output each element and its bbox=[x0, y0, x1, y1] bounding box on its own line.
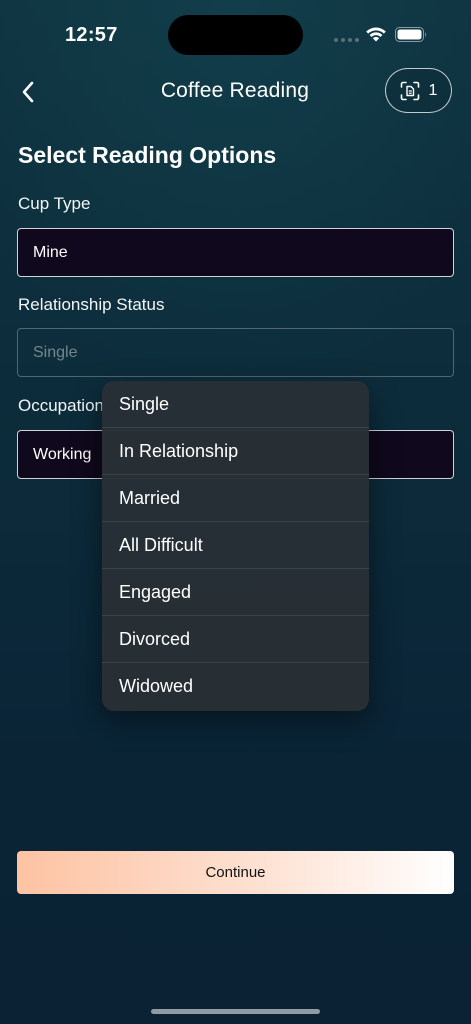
dropdown-option-widowed[interactable]: Widowed bbox=[102, 663, 369, 710]
status-time: 12:57 bbox=[65, 24, 118, 46]
dropdown-option-in-relationship[interactable]: In Relationship bbox=[102, 428, 369, 475]
chevron-left-icon bbox=[22, 81, 34, 103]
home-indicator bbox=[151, 1009, 320, 1014]
relationship-status-label: Relationship Status bbox=[18, 295, 165, 314]
dropdown-option-married[interactable]: Married bbox=[102, 475, 369, 522]
dynamic-island bbox=[168, 15, 303, 55]
dropdown-option-single[interactable]: Single bbox=[102, 381, 369, 428]
scan-count-button[interactable]: 1 bbox=[385, 68, 452, 113]
signal-dots-icon bbox=[334, 38, 359, 42]
relationship-status-select[interactable]: Single bbox=[17, 328, 454, 377]
cup-type-value: Mine bbox=[33, 243, 68, 261]
wifi-icon bbox=[366, 27, 386, 42]
continue-button[interactable]: Continue bbox=[17, 851, 454, 894]
battery-icon bbox=[395, 27, 426, 42]
relationship-status-dropdown: Single In Relationship Married All Diffi… bbox=[102, 381, 369, 711]
back-button[interactable] bbox=[14, 78, 42, 106]
page-title: Coffee Reading bbox=[160, 79, 310, 102]
relationship-status-placeholder: Single bbox=[33, 343, 78, 361]
dropdown-option-engaged[interactable]: Engaged bbox=[102, 569, 369, 616]
dropdown-option-all-difficult[interactable]: All Difficult bbox=[102, 522, 369, 569]
occupation-value: Working bbox=[33, 445, 92, 463]
dropdown-option-divorced[interactable]: Divorced bbox=[102, 616, 369, 663]
cup-type-select[interactable]: Mine bbox=[17, 228, 454, 277]
scan-count: 1 bbox=[428, 81, 438, 99]
scan-document-icon bbox=[400, 81, 419, 100]
cup-type-label: Cup Type bbox=[18, 194, 91, 213]
occupation-label: Occupation bbox=[18, 396, 104, 415]
section-title: Select Reading Options bbox=[18, 142, 277, 168]
